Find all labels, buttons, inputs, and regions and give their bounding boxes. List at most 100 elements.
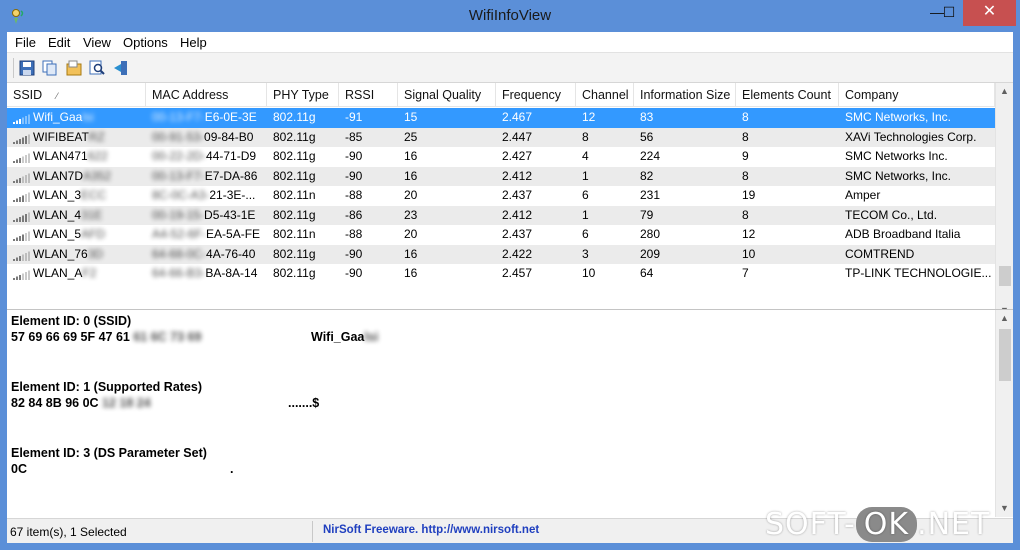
signal-bar bbox=[16, 140, 18, 144]
signal-bar bbox=[16, 257, 18, 261]
cell-freq: 2.437 bbox=[502, 227, 533, 241]
cell-company: TP-LINK TECHNOLOGIE... bbox=[845, 266, 992, 280]
signal-bar bbox=[13, 239, 15, 241]
ssid-text: WLAN_5 bbox=[33, 227, 82, 241]
col-phy[interactable]: PHY Type bbox=[267, 83, 339, 107]
cell-quality: 16 bbox=[404, 168, 418, 183]
details-scroll-up-icon[interactable]: ▲ bbox=[996, 310, 1013, 327]
copy-icon[interactable] bbox=[41, 59, 59, 77]
menu-help[interactable]: Help bbox=[180, 35, 207, 50]
properties-icon[interactable] bbox=[65, 59, 83, 77]
window-title: WifiInfoView bbox=[468, 7, 552, 24]
cell-company: SMC Networks, Inc. bbox=[845, 110, 952, 124]
watermark-logo: SOFT- OK .NET bbox=[765, 507, 990, 547]
col-rssi[interactable]: RSSI bbox=[339, 83, 398, 107]
col-mac[interactable]: MAC Address bbox=[146, 83, 267, 107]
close-button[interactable]: ✕ bbox=[963, 0, 1016, 26]
col-information-size[interactable]: Information Size bbox=[634, 83, 736, 107]
ssid-redacted: RZ bbox=[88, 129, 105, 144]
list-header: SSID ⁄ MAC Address PHY Type RSSI Signal Q… bbox=[7, 83, 995, 107]
cell-quality: 16 bbox=[404, 246, 418, 261]
col-signal-quality[interactable]: Signal Quality bbox=[398, 83, 496, 107]
mac-text: 4A-76-40 bbox=[206, 246, 256, 261]
signal-bar bbox=[22, 234, 24, 241]
mac-redacted: 00-91-53- bbox=[152, 129, 205, 144]
menu-view[interactable]: View bbox=[83, 35, 111, 50]
signal-bar bbox=[13, 180, 15, 183]
ssid-text: WLAN_A bbox=[33, 266, 83, 280]
signal-bar bbox=[22, 176, 24, 183]
signal-strength-icon bbox=[13, 153, 30, 163]
mac-text: EA-5A-FE bbox=[206, 227, 261, 241]
networks-list[interactable]: SSID ⁄ MAC Address PHY Type RSSI Signal Q… bbox=[7, 83, 1013, 337]
table-row[interactable]: WLAN_AF2 64-66-B3-BA-8A-14 802.11g -90 16 2.4… bbox=[7, 264, 995, 284]
col-frequency[interactable]: Frequency bbox=[496, 83, 576, 107]
cell-phy: 802.11g bbox=[273, 207, 316, 222]
signal-bar bbox=[16, 198, 18, 202]
toolbar bbox=[7, 52, 1013, 83]
col-channel[interactable]: Channel bbox=[576, 83, 634, 107]
mac-redacted: 00-13-F7- bbox=[152, 168, 205, 183]
save-icon[interactable] bbox=[18, 59, 36, 77]
col-company[interactable]: Company bbox=[839, 83, 995, 107]
cell-elements: 7 bbox=[742, 266, 749, 280]
cell-info: 83 bbox=[640, 110, 654, 124]
cell-elements: 10 bbox=[742, 246, 756, 261]
scroll-thumb[interactable] bbox=[999, 266, 1011, 286]
signal-bar bbox=[28, 173, 30, 183]
list-vertical-scrollbar[interactable]: ▲ ▼ bbox=[995, 83, 1013, 319]
cell-quality: 20 bbox=[404, 188, 418, 202]
signal-bar bbox=[13, 122, 15, 124]
detail-1-hex: 82 84 8B 96 0C 12 18 24 bbox=[11, 396, 151, 410]
col-elements-count[interactable]: Elements Count bbox=[736, 83, 839, 107]
title-bar[interactable]: WifiInfoView — ☐ ✕ bbox=[0, 0, 1020, 32]
signal-strength-icon bbox=[13, 251, 30, 261]
table-row[interactable]: WLAN_431E 00-19-15-D5-43-1E 802.11g -86 23 2.… bbox=[7, 205, 995, 226]
details-scroll-down-icon[interactable]: ▼ bbox=[996, 500, 1013, 517]
nirsoft-link[interactable]: NirSoft Freeware. http://www.nirsoft.net bbox=[323, 524, 539, 536]
cell-quality: 25 bbox=[404, 129, 418, 144]
cell-channel: 4 bbox=[582, 149, 589, 163]
col-ssid[interactable]: SSID ⁄ bbox=[7, 83, 146, 107]
signal-bar bbox=[22, 254, 24, 261]
cell-channel: 1 bbox=[582, 207, 589, 222]
cell-elements: 8 bbox=[742, 129, 749, 144]
detail-1-hex-redacted: 12 18 24 bbox=[102, 396, 151, 410]
cell-rssi: -90 bbox=[345, 266, 363, 280]
table-row[interactable]: Wifi_Gaalsi 00-13-F7-E6-0E-3E 802.11g -91 15… bbox=[7, 108, 995, 128]
table-row[interactable]: WLAN_5AFD A4-52-6F-EA-5A-FE 802.11n -88 20 2.… bbox=[7, 225, 995, 245]
maximize-button[interactable]: ☐ bbox=[935, 0, 963, 26]
find-icon[interactable] bbox=[88, 59, 106, 77]
cell-company: Amper bbox=[845, 188, 881, 202]
details-vertical-scrollbar[interactable]: ▲ ▼ bbox=[995, 310, 1013, 517]
signal-bar bbox=[16, 159, 18, 163]
cell-freq: 2.437 bbox=[502, 188, 533, 202]
table-row[interactable]: WLAN7DA352 00-13-F7-E7-DA-86 802.11g -90 16 2… bbox=[7, 166, 995, 186]
signal-bar bbox=[22, 195, 24, 202]
cell-rssi: -91 bbox=[345, 110, 363, 124]
detail-2-ascii: . bbox=[230, 462, 234, 476]
details-scroll-thumb[interactable] bbox=[999, 329, 1011, 381]
table-row[interactable]: WLAN_763D 64-68-0C-4A-76-40 802.11g -90 16 2.… bbox=[7, 244, 995, 264]
menu-options[interactable]: Options bbox=[123, 35, 168, 50]
cell-ssid: WLAN_431E bbox=[7, 206, 146, 226]
exit-icon[interactable] bbox=[112, 59, 130, 77]
cell-info: 79 bbox=[640, 207, 654, 222]
table-row[interactable]: WLAN_3ECC 8C-0C-A3-21-3E-... 802.11n -88 20 2… bbox=[7, 186, 995, 206]
scroll-up-icon[interactable]: ▲ bbox=[996, 83, 1013, 100]
menu-file[interactable]: File bbox=[15, 35, 36, 50]
detail-0-hex-text: 57 69 66 69 5F 47 61 bbox=[11, 330, 130, 344]
cell-phy: 802.11n bbox=[273, 188, 316, 202]
detail-1-hex-text: 82 84 8B 96 0C bbox=[11, 396, 99, 410]
element-details-pane[interactable]: Element ID: 0 (SSID) 57 69 66 69 5F 47 6… bbox=[7, 309, 1013, 517]
cell-freq: 2.467 bbox=[502, 110, 533, 124]
menu-edit[interactable]: Edit bbox=[48, 35, 70, 50]
ssid-text: WLAN7D bbox=[33, 168, 84, 183]
mac-redacted: 64-68-0C- bbox=[152, 246, 207, 261]
table-row[interactable]: WLAN471622 00-22-2D-44-71-D9 802.11g -90 16 2… bbox=[7, 147, 995, 167]
ssid-text: WLAN_76 bbox=[33, 246, 88, 261]
table-row[interactable]: WIFIBEATRZ 00-91-53-09-84-B0 802.11g -85 25 2… bbox=[7, 127, 995, 147]
cell-mac: 8C-0C-A3-21-3E-... bbox=[146, 186, 267, 206]
cell-channel: 6 bbox=[582, 188, 589, 202]
cell-info: 64 bbox=[640, 266, 654, 280]
